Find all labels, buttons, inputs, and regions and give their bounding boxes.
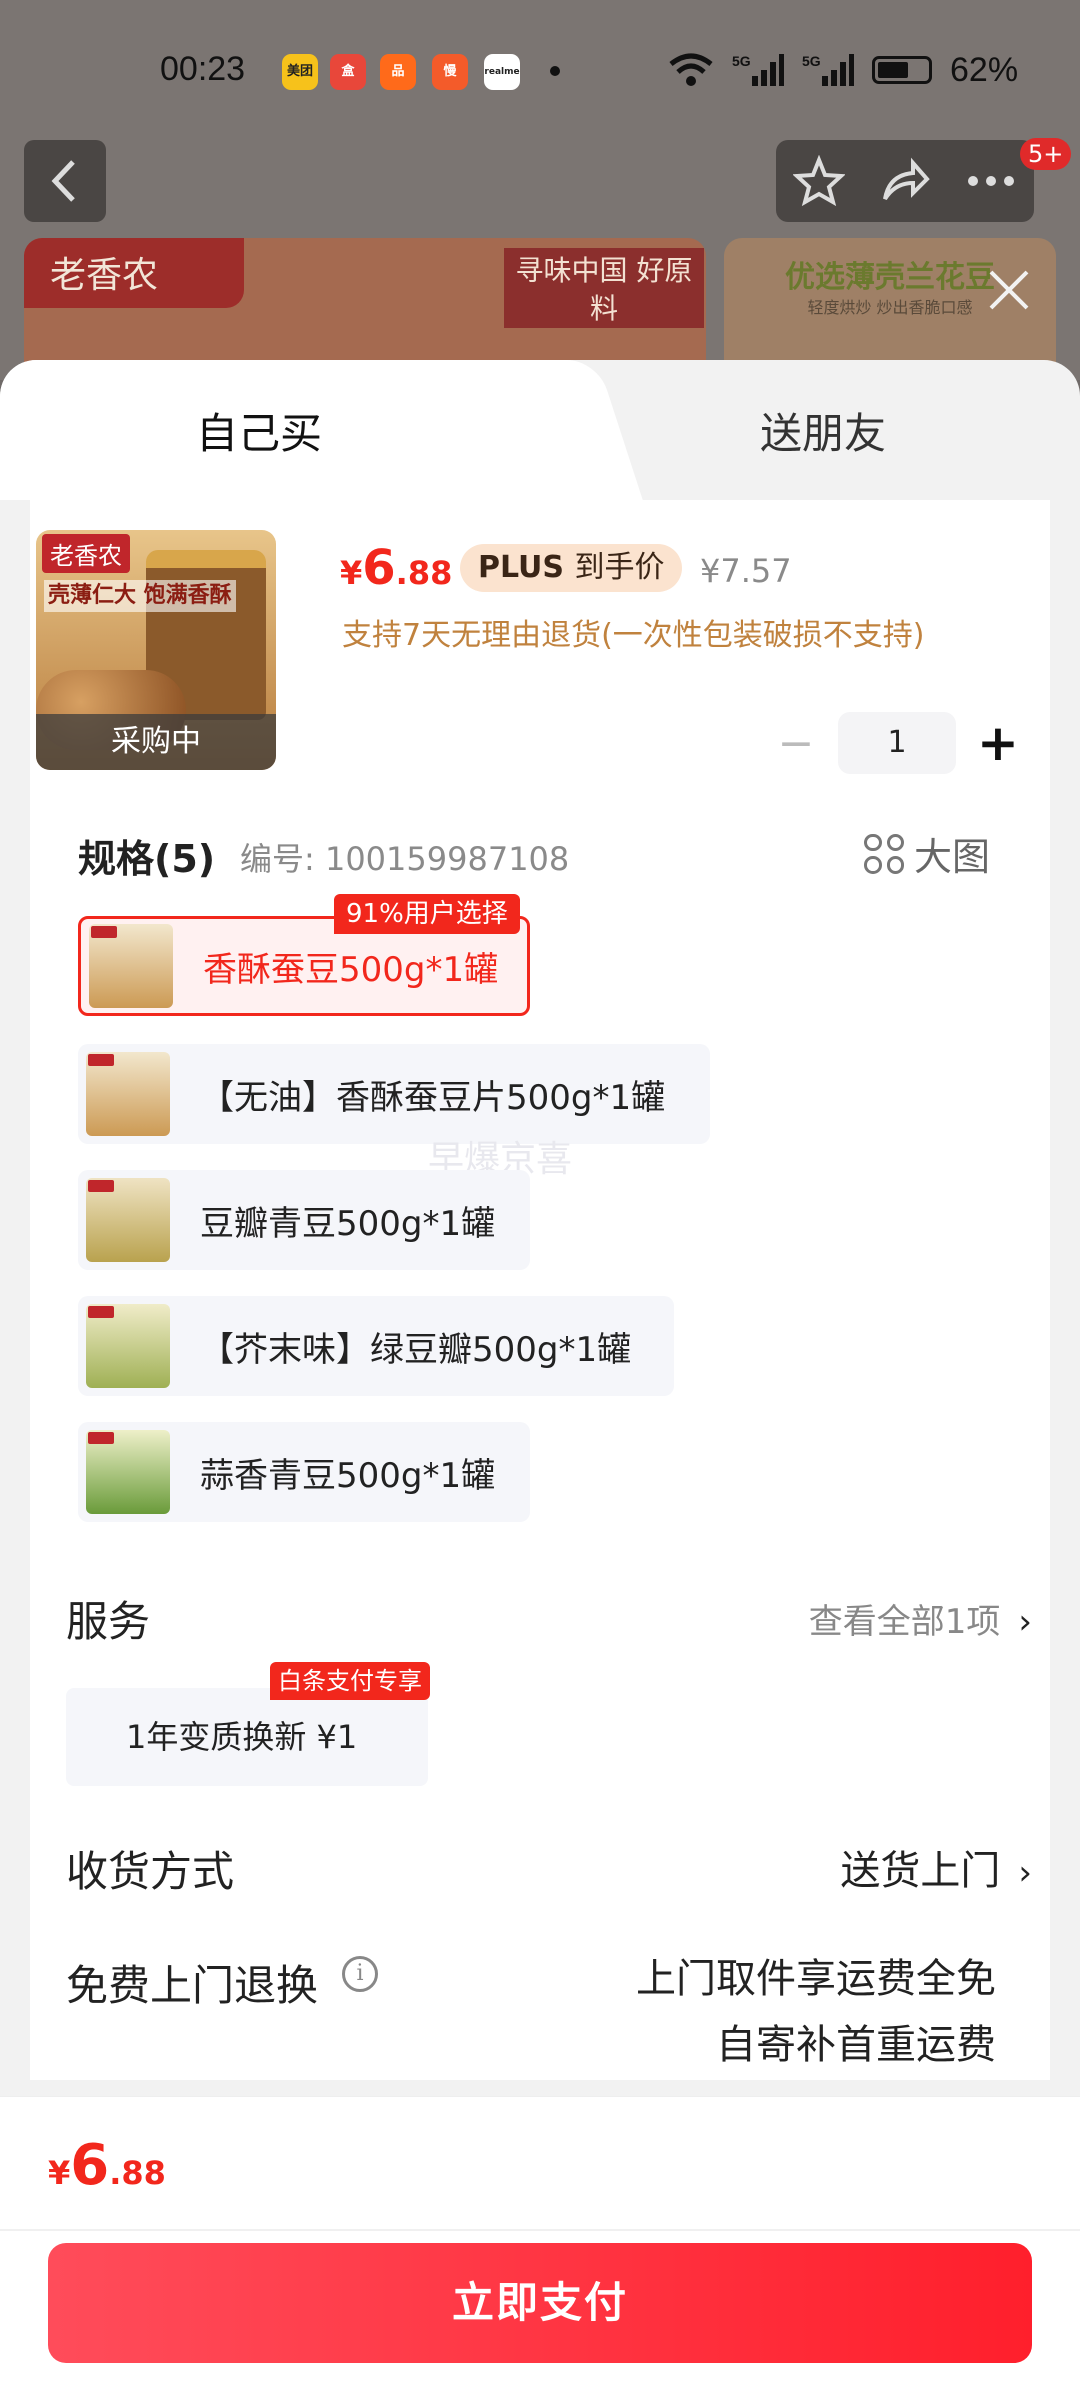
product-price: ¥ 6 .88	[340, 540, 452, 600]
back-button[interactable]	[24, 140, 106, 222]
spec-title: 规格(5)	[78, 837, 216, 881]
service-view-all-label: 查看全部1项	[808, 1602, 1001, 1642]
spec-option-label: 香酥蚕豆500g*1罐	[203, 949, 499, 990]
spec-option-thumb	[89, 924, 173, 1008]
chevron-right-icon: ›	[1018, 1853, 1032, 1893]
meituan-app-icon: 美团	[282, 54, 318, 90]
realme-app-icon: realme	[484, 54, 520, 90]
plus-suffix: 到手价	[574, 550, 665, 585]
top-action-group	[776, 140, 1034, 222]
total-price: ¥ 6 .88	[48, 2133, 166, 2198]
battery-icon	[872, 56, 932, 84]
spec-option-thumb	[86, 1430, 170, 1514]
price-symbol: ¥	[340, 554, 363, 592]
divider	[0, 2229, 1080, 2231]
wifi-icon	[669, 53, 713, 86]
free-return-line-2: 自寄补首重运费	[716, 2022, 996, 2068]
service-option-card[interactable]: 1年变质换新 ¥1	[66, 1688, 428, 1786]
total-price-decimal: .88	[109, 2154, 166, 2192]
info-icon[interactable]: i	[342, 1956, 378, 1992]
free-return-title: 免费上门退换	[66, 1961, 319, 2010]
spec-option-thumb	[86, 1052, 170, 1136]
signal-icon-2: 5G	[802, 53, 854, 86]
increase-quantity-button[interactable]: +	[972, 714, 1024, 772]
product-image-brand: 老香农	[42, 534, 130, 573]
app-icon-3: 品	[380, 54, 416, 90]
spec-option-3[interactable]: 豆瓣青豆500g*1罐	[78, 1170, 530, 1270]
grid-icon	[864, 833, 904, 874]
product-image[interactable]: 老香农 壳薄仁大 饱满香酥 采购中	[36, 530, 276, 770]
return-policy: 支持7天无理由退货(一次性包装破损不支持)	[342, 618, 925, 653]
delivery-title: 收货方式	[66, 1847, 235, 1896]
app-icon-4: 慢	[432, 54, 468, 90]
banner-slogan: 寻味中国 好原料	[504, 248, 704, 328]
decrease-quantity-button[interactable]: −	[770, 718, 822, 769]
spec-option-4[interactable]: 【芥末味】绿豆瓣500g*1罐	[78, 1296, 674, 1396]
big-image-button[interactable]: 大图	[864, 826, 990, 881]
app-icon-2: 盒	[330, 54, 366, 90]
quantity-input[interactable]: 1	[838, 712, 956, 774]
signal-icon-1: 5G	[732, 53, 784, 86]
product-status-overlay: 采购中	[36, 714, 276, 770]
free-return-details: 上门取件享运费全免 自寄补首重运费	[636, 1946, 996, 2078]
chevron-left-icon	[51, 160, 75, 202]
network-label-2: 5G	[802, 53, 821, 69]
price-decimal: .88	[395, 554, 453, 592]
big-image-label: 大图	[914, 835, 991, 879]
battery-percent: 62%	[950, 50, 1019, 89]
close-sheet-button[interactable]	[984, 268, 1034, 318]
spec-option-5[interactable]: 蒜香青豆500g*1罐	[78, 1422, 530, 1522]
brand-logo: 老香农	[24, 238, 244, 308]
tab-gift[interactable]: 送朋友	[760, 400, 886, 461]
spec-option-label: 【芥末味】绿豆瓣500g*1罐	[200, 1329, 632, 1370]
status-bar: 00:23 美团 盒 品 慢 realme 5G 5G 62%	[0, 0, 1080, 140]
spec-option-label: 豆瓣青豆500g*1罐	[200, 1203, 496, 1244]
status-indicators: 5G 5G 62%	[668, 48, 1018, 92]
quantity-stepper: − 1 +	[770, 712, 1024, 774]
star-icon[interactable]	[793, 155, 845, 207]
tab-self[interactable]: 自己买	[196, 400, 322, 461]
plus-price-tag: PLUS 到手价	[460, 544, 683, 592]
share-icon[interactable]	[879, 155, 931, 207]
status-time: 00:23	[160, 50, 246, 88]
spec-option-thumb	[86, 1304, 170, 1388]
spec-option-label: 【无油】香酥蚕豆片500g*1罐	[200, 1077, 666, 1118]
spec-option-thumb	[86, 1178, 170, 1262]
plus-label: PLUS	[478, 550, 565, 585]
product-image-text: 壳薄仁大 饱满香酥	[44, 580, 236, 612]
spec-option-2[interactable]: 【无油】香酥蚕豆片500g*1罐	[78, 1044, 710, 1144]
delivery-method-selector[interactable]: 送货上门 ›	[840, 1838, 1032, 1896]
cart-count-badge: 5+	[1020, 138, 1072, 170]
spec-option-label: 蒜香青豆500g*1罐	[200, 1455, 496, 1496]
more-notifications-dot	[550, 66, 560, 76]
total-price-symbol: ¥	[48, 2154, 71, 2192]
price-integer: 6	[362, 540, 396, 596]
checkout-bar: ¥ 6 .88 立即支付	[0, 2096, 1080, 2400]
popular-choice-tag: 91%用户选择	[334, 894, 520, 934]
service-exclusive-tag: 白条支付专享	[270, 1662, 430, 1700]
product-code: 编号: 100159987108	[240, 840, 570, 878]
delivery-method-value: 送货上门	[840, 1848, 1001, 1894]
more-icon[interactable]	[965, 171, 1017, 191]
pay-now-button[interactable]: 立即支付	[48, 2243, 1032, 2363]
original-price: ¥7.57	[700, 552, 792, 590]
free-return-line-1: 上门取件享运费全免	[636, 1956, 996, 2002]
chevron-right-icon: ›	[1018, 1602, 1032, 1642]
service-title: 服务	[66, 1597, 151, 1646]
total-price-integer: 6	[70, 2133, 110, 2198]
close-icon	[989, 270, 1029, 310]
network-label-1: 5G	[732, 53, 751, 69]
service-view-all[interactable]: 查看全部1项 ›	[809, 1594, 1032, 1643]
purchase-sheet: 自己买 送朋友 老香农 壳薄仁大 饱满香酥 采购中 ¥ 6 .88 PLUS 到…	[0, 360, 1080, 2400]
